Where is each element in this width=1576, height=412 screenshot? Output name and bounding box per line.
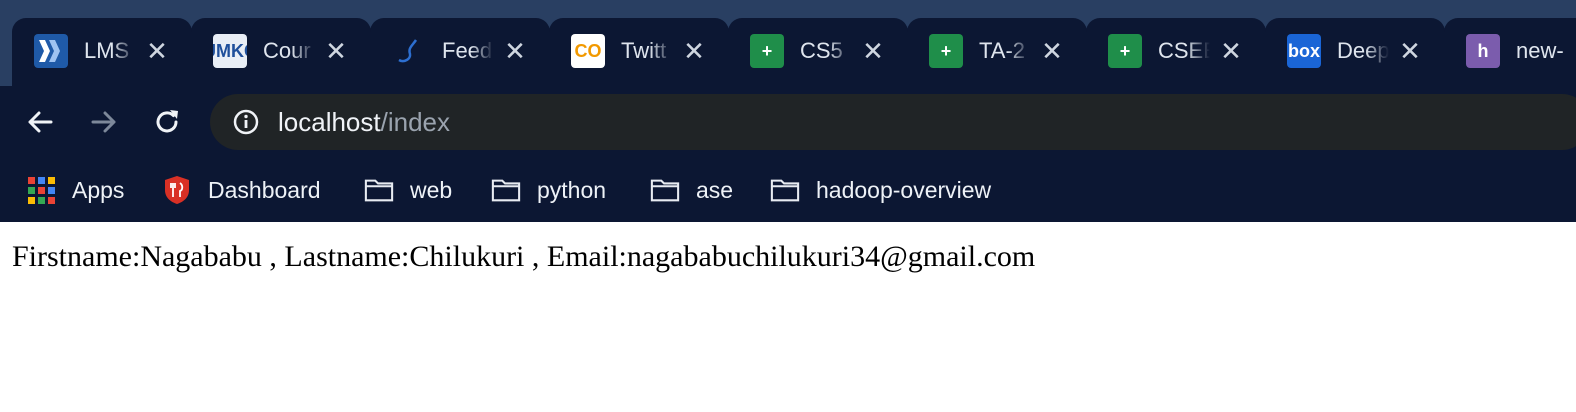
sheets-icon: + (750, 34, 784, 68)
url-text[interactable]: localhost/index (278, 106, 450, 138)
close-icon[interactable]: ✕ (1214, 34, 1248, 68)
tab-cs5-sheet[interactable]: + CS5 ✕ (728, 18, 909, 86)
colab-icon: CO (571, 34, 605, 68)
lms-icon (34, 34, 68, 68)
bookmark-label: Apps (72, 176, 125, 203)
close-icon[interactable]: ✕ (319, 34, 353, 68)
tab-deep-box[interactable]: box Deep ✕ (1265, 18, 1446, 86)
tab-ta2-sheet[interactable]: + TA-2 ✕ (907, 18, 1088, 86)
close-icon[interactable]: ✕ (1393, 34, 1427, 68)
url-host: localhost (278, 107, 381, 137)
tab-new-heroku[interactable]: h new- (1444, 18, 1576, 86)
tab-strip: LMS ✕ UMKC Cour ✕ Feed ✕ CO Twitt ✕ + CS… (0, 0, 1576, 86)
close-icon[interactable]: ✕ (677, 34, 711, 68)
tab-csee-sheet[interactable]: + CSEE ✕ (1086, 18, 1267, 86)
feedback-icon (392, 34, 426, 68)
browser-toolbar: localhost/index (0, 86, 1576, 158)
dashboard-shield-icon (162, 175, 192, 205)
bookmark-folder-ase[interactable]: ase (650, 168, 733, 212)
reload-icon (156, 110, 178, 133)
folder-icon (650, 175, 680, 205)
user-details-text: Firstname:Nagababu , Lastname:Chilukuri … (12, 240, 1036, 273)
tab-title: CSEE (1158, 38, 1210, 63)
umkc-icon: UMKC (213, 34, 247, 68)
bookmark-apps[interactable]: Apps (26, 168, 124, 212)
tab-title: Twitt (621, 38, 667, 63)
close-icon[interactable]: ✕ (140, 34, 174, 68)
close-icon[interactable]: ✕ (856, 34, 890, 68)
tab-title: LMS (84, 38, 130, 63)
back-arrow-icon (28, 111, 53, 133)
forward-button[interactable] (82, 100, 126, 144)
bookmark-dashboard[interactable]: Dashboard (162, 168, 321, 212)
bookmark-folder-web[interactable]: web (364, 168, 452, 212)
bookmark-folder-python[interactable]: python (491, 168, 606, 212)
apps-grid-icon (26, 175, 56, 205)
bookmarks-bar: Apps Dashboard web python ase hadoop-ove… (0, 158, 1576, 222)
sheets-icon: + (1108, 34, 1142, 68)
close-icon[interactable]: ✕ (498, 34, 532, 68)
back-button[interactable] (18, 100, 62, 144)
close-icon[interactable]: ✕ (1035, 34, 1069, 68)
tab-title: new- (1516, 38, 1564, 63)
folder-icon (491, 175, 521, 205)
site-info-icon[interactable] (232, 108, 260, 136)
tab-title: TA-2 (979, 38, 1026, 63)
reload-button[interactable] (145, 100, 189, 144)
bookmark-folder-hadoop-overview[interactable]: hadoop-overview (770, 168, 991, 212)
tab-title: CS5 (800, 38, 843, 63)
heroku-icon: h (1466, 34, 1500, 68)
bookmark-label: Dashboard (208, 176, 321, 203)
folder-icon (364, 175, 394, 205)
tab-twitter-colab[interactable]: CO Twitt ✕ (549, 18, 730, 86)
bookmark-label: ase (696, 176, 734, 203)
page-content: Firstname:Nagababu , Lastname:Chilukuri … (0, 222, 1576, 412)
bookmark-label: web (410, 176, 453, 203)
bookmark-label: hadoop-overview (816, 176, 992, 203)
tab-courses[interactable]: UMKC Cour ✕ (191, 18, 372, 86)
url-path: /index (380, 107, 451, 137)
address-bar[interactable]: localhost/index (210, 94, 1576, 150)
tab-title: Cour (263, 38, 311, 63)
tab-title: Feed (442, 38, 493, 63)
folder-icon (770, 175, 800, 205)
box-icon: box (1287, 34, 1321, 68)
bookmark-label: python (537, 176, 607, 203)
tab-lms[interactable]: LMS ✕ (12, 18, 193, 86)
sheets-icon: + (929, 34, 963, 68)
tab-feedback[interactable]: Feed ✕ (370, 18, 551, 86)
forward-arrow-icon (91, 111, 116, 133)
tab-title: Deep (1337, 38, 1389, 63)
